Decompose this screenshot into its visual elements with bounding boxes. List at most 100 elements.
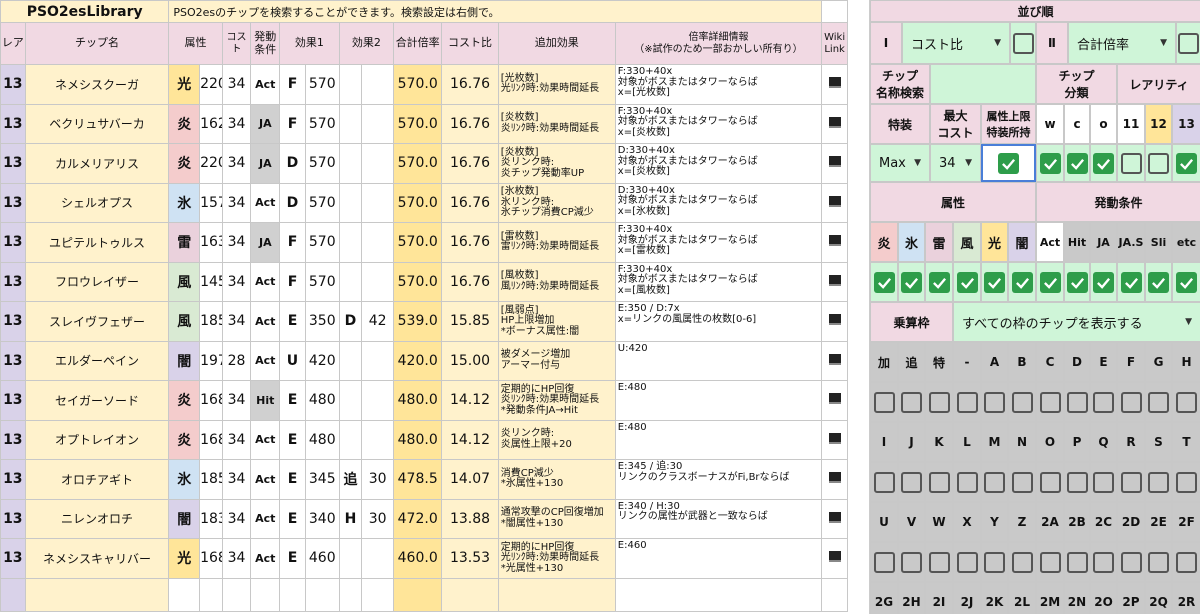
checkbox[interactable] xyxy=(1039,471,1061,493)
checkbox[interactable] xyxy=(1039,551,1061,573)
slot-checkbox[interactable] xyxy=(1064,542,1090,582)
checkbox[interactable] xyxy=(873,271,895,293)
checkbox[interactable] xyxy=(873,471,895,493)
header-trigger[interactable]: 発動条件 xyxy=(250,22,281,65)
header-effect2[interactable]: 効果2 xyxy=(338,22,395,65)
sort2-select[interactable]: 合計倍率 ▼ xyxy=(1068,22,1176,64)
checkbox[interactable] xyxy=(1093,471,1114,493)
wiki-link[interactable] xyxy=(821,459,848,500)
checkbox[interactable] xyxy=(1176,152,1197,174)
wiki-link[interactable] xyxy=(821,419,848,460)
checkbox[interactable] xyxy=(956,391,978,413)
table-row[interactable]: 13フロウレイザー風14534ActF570 570.016.76[風枚数] 風ﾘ… xyxy=(0,261,848,302)
slot-checkbox[interactable] xyxy=(898,542,925,582)
slot-checkbox[interactable] xyxy=(898,382,925,422)
checkbox[interactable] xyxy=(984,391,1005,413)
checkbox[interactable] xyxy=(1176,391,1197,413)
slot-checkbox[interactable] xyxy=(1064,382,1090,422)
checkbox[interactable] xyxy=(901,471,922,493)
slot-checkbox[interactable] xyxy=(1008,542,1036,582)
header-effect1[interactable]: 効果1 xyxy=(279,22,340,65)
header-wiki[interactable]: Wiki Link xyxy=(821,22,848,65)
header-name[interactable]: チップ名 xyxy=(24,22,170,65)
table-row[interactable]: 13シェルオプス氷15734ActD570 570.016.76[氷枚数] 氷リン… xyxy=(0,182,848,223)
checkbox[interactable] xyxy=(1093,551,1114,573)
checkbox[interactable] xyxy=(956,271,978,293)
wiki-link[interactable] xyxy=(821,182,848,223)
table-row[interactable]: 13ニレンオロチ闇18334ActE340H30472.013.88通常攻撃のC… xyxy=(0,498,848,539)
slot-checkbox[interactable] xyxy=(1090,382,1117,422)
header-rare[interactable]: レア xyxy=(0,22,26,65)
class-checkbox[interactable] xyxy=(1036,144,1064,182)
checkbox[interactable] xyxy=(984,271,1005,293)
wiki-link[interactable] xyxy=(821,538,848,579)
sort2-order-checkbox[interactable] xyxy=(1176,22,1200,64)
wiki-link[interactable] xyxy=(821,340,848,381)
slot-checkbox[interactable] xyxy=(1145,462,1172,502)
checkbox[interactable] xyxy=(1011,391,1033,413)
checkbox[interactable] xyxy=(984,551,1005,573)
slot-checkbox[interactable] xyxy=(925,462,953,502)
jousan-select[interactable]: すべての枠のチップを表示する ▼ xyxy=(953,302,1200,342)
attr-limit-check[interactable] xyxy=(998,152,1019,174)
slot-checkbox[interactable] xyxy=(1008,462,1036,502)
header-additional[interactable]: 追加効果 xyxy=(497,22,616,65)
checkbox[interactable] xyxy=(984,471,1005,493)
rarity-checkbox[interactable] xyxy=(1145,144,1172,182)
wiki-link[interactable] xyxy=(821,261,848,302)
table-row[interactable]: 13ネメシスクーガ光22034ActF570 570.016.76[光枚数] 光ﾘ… xyxy=(0,64,848,105)
header-total[interactable]: 合計倍率 xyxy=(393,22,443,65)
wiki-link[interactable] xyxy=(821,64,848,105)
element-checkbox[interactable] xyxy=(925,262,953,302)
checkbox[interactable] xyxy=(1176,271,1197,293)
checkbox[interactable] xyxy=(1066,271,1088,293)
checkbox[interactable] xyxy=(1011,471,1033,493)
checkbox[interactable] xyxy=(928,391,950,413)
slot-checkbox[interactable] xyxy=(1145,542,1172,582)
slot-checkbox[interactable] xyxy=(870,542,898,582)
trigger-checkbox[interactable] xyxy=(1090,262,1117,302)
slot-checkbox[interactable] xyxy=(870,462,898,502)
checkbox[interactable] xyxy=(1039,271,1061,293)
rarity-checkbox[interactable] xyxy=(1117,144,1145,182)
trigger-checkbox[interactable] xyxy=(1145,262,1172,302)
sort1-select[interactable]: コスト比 ▼ xyxy=(902,22,1010,64)
slot-checkbox[interactable] xyxy=(1172,542,1200,582)
table-row[interactable]: 13オプトレイオン炎16834ActE480 480.014.12炎リンク時: 炎… xyxy=(0,419,848,460)
slot-checkbox[interactable] xyxy=(1008,382,1036,422)
checkbox[interactable] xyxy=(1176,551,1197,573)
slot-checkbox[interactable] xyxy=(925,382,953,422)
slot-checkbox[interactable] xyxy=(981,382,1008,422)
checkbox[interactable] xyxy=(1120,391,1142,413)
checkbox[interactable] xyxy=(901,551,922,573)
checkbox[interactable] xyxy=(1066,152,1088,174)
slot-checkbox[interactable] xyxy=(898,462,925,502)
slot-checkbox[interactable] xyxy=(1117,462,1145,502)
checkbox[interactable] xyxy=(873,551,895,573)
checkbox[interactable] xyxy=(956,471,978,493)
checkbox[interactable] xyxy=(1066,391,1088,413)
checkbox[interactable] xyxy=(1011,551,1033,573)
chip-name-search-input[interactable] xyxy=(930,64,1036,104)
checkbox[interactable] xyxy=(1148,551,1169,573)
slot-checkbox[interactable] xyxy=(1172,382,1200,422)
slot-checkbox[interactable] xyxy=(1090,462,1117,502)
slot-checkbox[interactable] xyxy=(953,462,981,502)
checkbox[interactable] xyxy=(928,271,950,293)
slot-checkbox[interactable] xyxy=(1036,382,1064,422)
slot-checkbox[interactable] xyxy=(1090,542,1117,582)
element-checkbox[interactable] xyxy=(870,262,898,302)
slot-checkbox[interactable] xyxy=(1064,462,1090,502)
checkbox[interactable] xyxy=(1148,271,1169,293)
header-element[interactable]: 属性 xyxy=(168,22,223,65)
checkbox[interactable] xyxy=(1093,391,1114,413)
attr-limit-checkbox[interactable] xyxy=(981,144,1036,182)
checkbox[interactable] xyxy=(1120,271,1142,293)
slot-checkbox[interactable] xyxy=(953,542,981,582)
checkbox[interactable] xyxy=(1039,391,1061,413)
checkbox[interactable] xyxy=(873,391,895,413)
checkbox[interactable] xyxy=(1011,271,1033,293)
tokuso-select[interactable]: Max ▼ xyxy=(870,144,930,182)
slot-checkbox[interactable] xyxy=(981,542,1008,582)
table-row[interactable]: 13ベクリュサバーカ炎16234JAF570 570.016.76[炎枚数] 炎ﾘ… xyxy=(0,103,848,144)
